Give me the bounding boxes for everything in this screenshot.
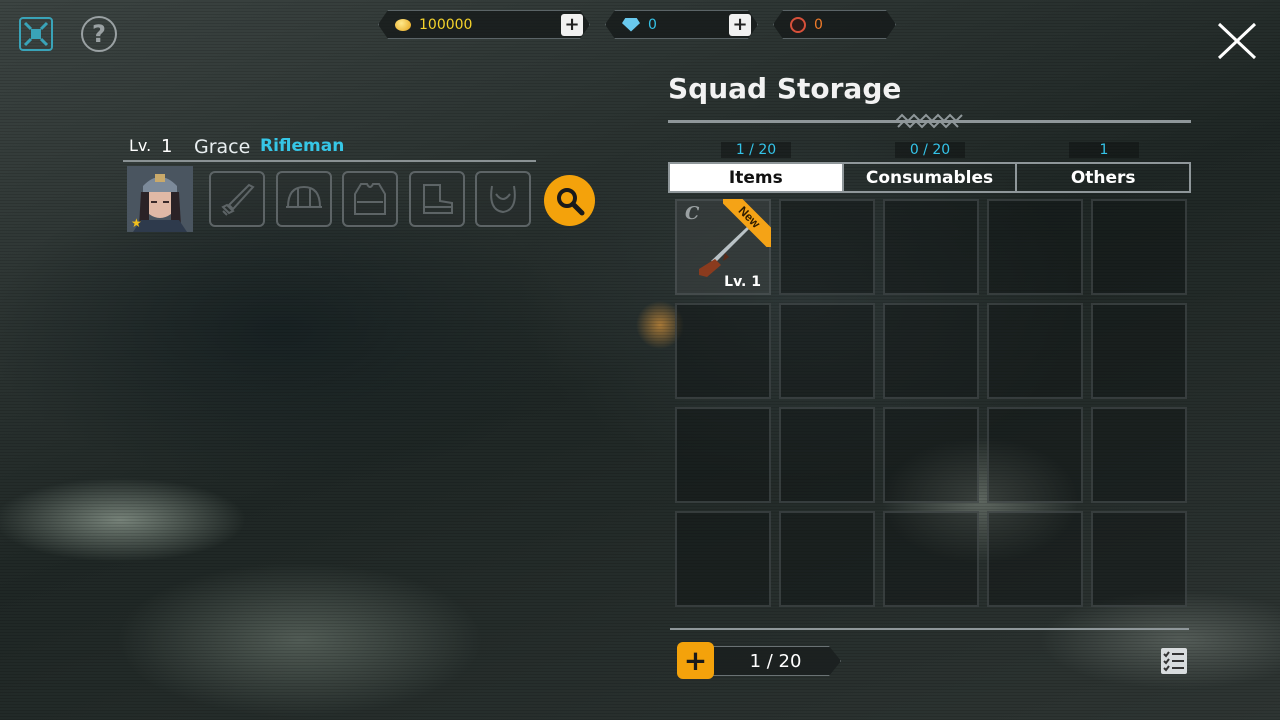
storage-slot-empty[interactable] xyxy=(883,407,979,503)
others-count: 1 xyxy=(1069,142,1139,158)
expand-icon xyxy=(23,21,49,47)
character-header: Lv. 1 Grace Rifleman xyxy=(123,134,536,162)
storage-slot-empty[interactable] xyxy=(987,511,1083,607)
storage-slot-empty[interactable] xyxy=(987,407,1083,503)
storage-slot-empty[interactable] xyxy=(779,407,875,503)
tab-consumables[interactable]: Consumables xyxy=(844,164,1018,191)
expand-storage-button[interactable]: + xyxy=(677,642,714,679)
star-icon: ★ xyxy=(131,216,142,230)
gold-coin-icon xyxy=(395,19,411,31)
armor-slot[interactable] xyxy=(342,171,398,227)
helmet-icon xyxy=(286,185,322,208)
storage-slot-empty[interactable] xyxy=(883,303,979,399)
gold-amount: 100000 xyxy=(419,16,473,33)
search-icon xyxy=(556,187,584,215)
gem-icon xyxy=(622,18,640,32)
new-badge: New xyxy=(723,199,771,247)
tab-others[interactable]: Others xyxy=(1017,164,1189,191)
consumables-count: 0 / 20 xyxy=(895,142,965,158)
storage-slot-empty[interactable] xyxy=(675,303,771,399)
storage-grid: C New Lv. 1 xyxy=(675,199,1187,607)
ticket-amount: 0 xyxy=(814,16,823,33)
item-level: Lv. 1 xyxy=(724,274,761,290)
close-icon[interactable] xyxy=(1216,22,1258,60)
storage-slot-empty[interactable] xyxy=(675,511,771,607)
character-name: Grace xyxy=(194,136,251,158)
storage-capacity: 1 / 20 xyxy=(700,646,841,676)
gem-currency-bar: 0 + xyxy=(605,10,758,39)
storage-slot-item[interactable]: C New Lv. 1 xyxy=(675,199,771,295)
help-button[interactable]: ? xyxy=(81,16,117,52)
page-title: Squad Storage xyxy=(668,72,902,105)
weapon-slot[interactable] xyxy=(209,171,265,227)
sword-icon xyxy=(221,183,255,216)
items-count: 1 / 20 xyxy=(721,142,791,158)
storage-slot-empty[interactable] xyxy=(1091,407,1187,503)
boots-slot[interactable] xyxy=(409,171,465,227)
storage-slot-empty[interactable] xyxy=(883,199,979,295)
character-portrait[interactable]: ★ xyxy=(127,166,193,232)
bottom-divider xyxy=(670,628,1189,630)
storage-slot-empty[interactable] xyxy=(675,407,771,503)
helmet-slot[interactable] xyxy=(276,171,332,227)
vest-icon xyxy=(354,183,386,215)
storage-slot-empty[interactable] xyxy=(883,511,979,607)
storage-slot-empty[interactable] xyxy=(1091,199,1187,295)
storage-slot-empty[interactable] xyxy=(779,511,875,607)
add-gold-button[interactable]: + xyxy=(561,14,583,36)
boot-icon xyxy=(423,184,453,214)
gold-currency-bar: 100000 + xyxy=(378,10,590,39)
storage-tabs: Items Consumables Others xyxy=(668,162,1191,193)
accessory-icon xyxy=(490,185,516,214)
checklist-icon[interactable] xyxy=(1160,647,1188,675)
storage-slot-empty[interactable] xyxy=(779,303,875,399)
storage-slot-empty[interactable] xyxy=(987,303,1083,399)
clock-ticket-icon xyxy=(790,17,806,33)
character-class: Rifleman xyxy=(260,136,345,156)
storage-slot-empty[interactable] xyxy=(1091,511,1187,607)
gem-amount: 0 xyxy=(648,16,657,33)
storage-slot-empty[interactable] xyxy=(1091,303,1187,399)
item-grade: C xyxy=(685,203,700,224)
add-gems-button[interactable]: + xyxy=(729,14,751,36)
inspect-button[interactable] xyxy=(544,175,595,226)
storage-slot-empty[interactable] xyxy=(779,199,875,295)
level-label: Lv. xyxy=(129,136,152,155)
tab-items[interactable]: Items xyxy=(670,164,844,191)
accessory-slot[interactable] xyxy=(475,171,531,227)
ticket-currency-bar: 0 xyxy=(773,10,896,39)
storage-slot-empty[interactable] xyxy=(987,199,1083,295)
level-value: 1 xyxy=(161,136,173,157)
zigzag-ornament xyxy=(896,113,963,129)
new-badge-label: New xyxy=(723,199,771,247)
fullscreen-toggle-button[interactable] xyxy=(19,17,53,51)
